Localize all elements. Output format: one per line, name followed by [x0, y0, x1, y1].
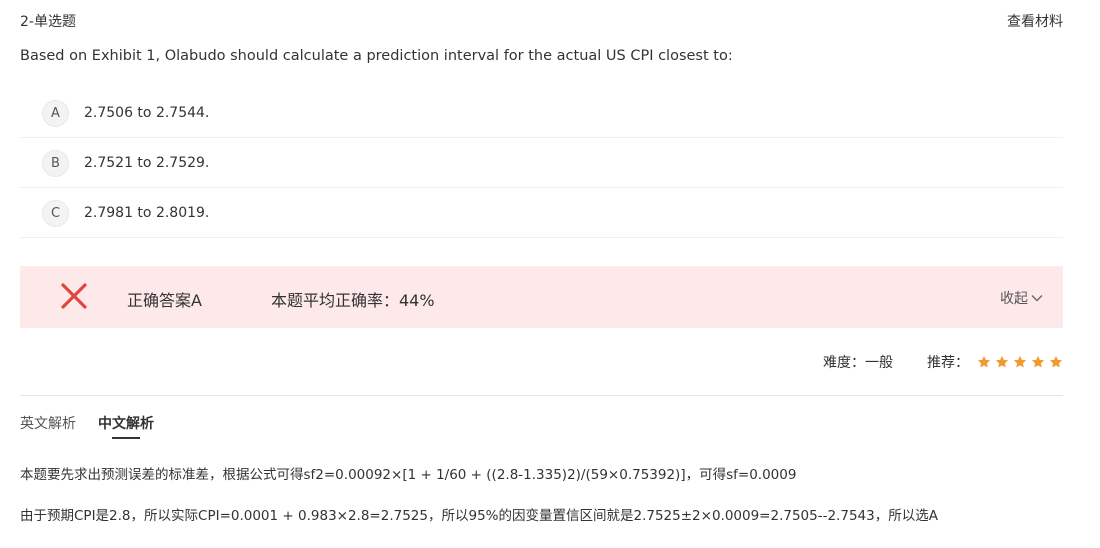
- analysis-tabs: 英文解析 中文解析: [20, 413, 176, 439]
- star-icon: [1013, 355, 1027, 368]
- section-divider: [20, 395, 1063, 396]
- recommend-stars: [973, 355, 1063, 369]
- chevron-down-icon: [1031, 295, 1043, 302]
- option-letter-badge: B: [42, 149, 69, 177]
- star-icon: [1049, 355, 1063, 368]
- question-type-label: 2-单选题: [20, 14, 76, 30]
- option-b[interactable]: B 2.7521 to 2.7529.: [20, 139, 1063, 188]
- explanation-line-2: 由于预期CPI是2.8，所以实际CPI=0.0001 + 0.983×2.8=2…: [20, 508, 938, 524]
- view-material-link[interactable]: 查看材料: [1007, 11, 1063, 31]
- star-icon: [977, 355, 991, 368]
- option-c[interactable]: C 2.7981 to 2.8019.: [20, 189, 1063, 238]
- question-header: 2-单选题 查看材料: [20, 10, 1063, 32]
- option-letter-badge: C: [42, 199, 69, 227]
- tab-english-analysis[interactable]: 英文解析: [20, 413, 76, 439]
- average-accuracy-label: 本题平均正确率：44%: [271, 291, 435, 310]
- option-letter-badge: A: [42, 99, 69, 127]
- wrong-cross-icon: [61, 283, 87, 309]
- question-panel: 2-单选题 查看材料 Based on Exhibit 1, Olabudo s…: [20, 0, 1063, 548]
- star-icon: [995, 355, 1009, 368]
- answer-result-bar: 正确答案A 本题平均正确率：44% 收起: [20, 266, 1063, 328]
- explanation-line-1: 本题要先求出预测误差的标准差，根据公式可得sf2=0.00092×[1 + 1/…: [20, 467, 797, 483]
- collapse-label: 收起: [1000, 291, 1028, 307]
- recommend-label: 推荐：: [927, 355, 969, 371]
- collapse-button[interactable]: 收起: [1000, 288, 1043, 308]
- question-meta: 难度：一般 推荐：: [823, 352, 1063, 372]
- star-icon: [1031, 355, 1045, 368]
- option-a[interactable]: A 2.7506 to 2.7544.: [20, 89, 1063, 138]
- question-text: Based on Exhibit 1, Olabudo should calcu…: [20, 48, 733, 64]
- tab-chinese-analysis[interactable]: 中文解析: [98, 413, 154, 439]
- correct-answer-label: 正确答案A: [127, 291, 202, 310]
- option-text: 2.7981 to 2.8019.: [84, 205, 210, 221]
- option-text: 2.7506 to 2.7544.: [84, 105, 210, 121]
- option-text: 2.7521 to 2.7529.: [84, 155, 210, 171]
- difficulty-label: 难度：一般: [823, 355, 893, 371]
- options-list: A 2.7506 to 2.7544. B 2.7521 to 2.7529. …: [20, 89, 1063, 239]
